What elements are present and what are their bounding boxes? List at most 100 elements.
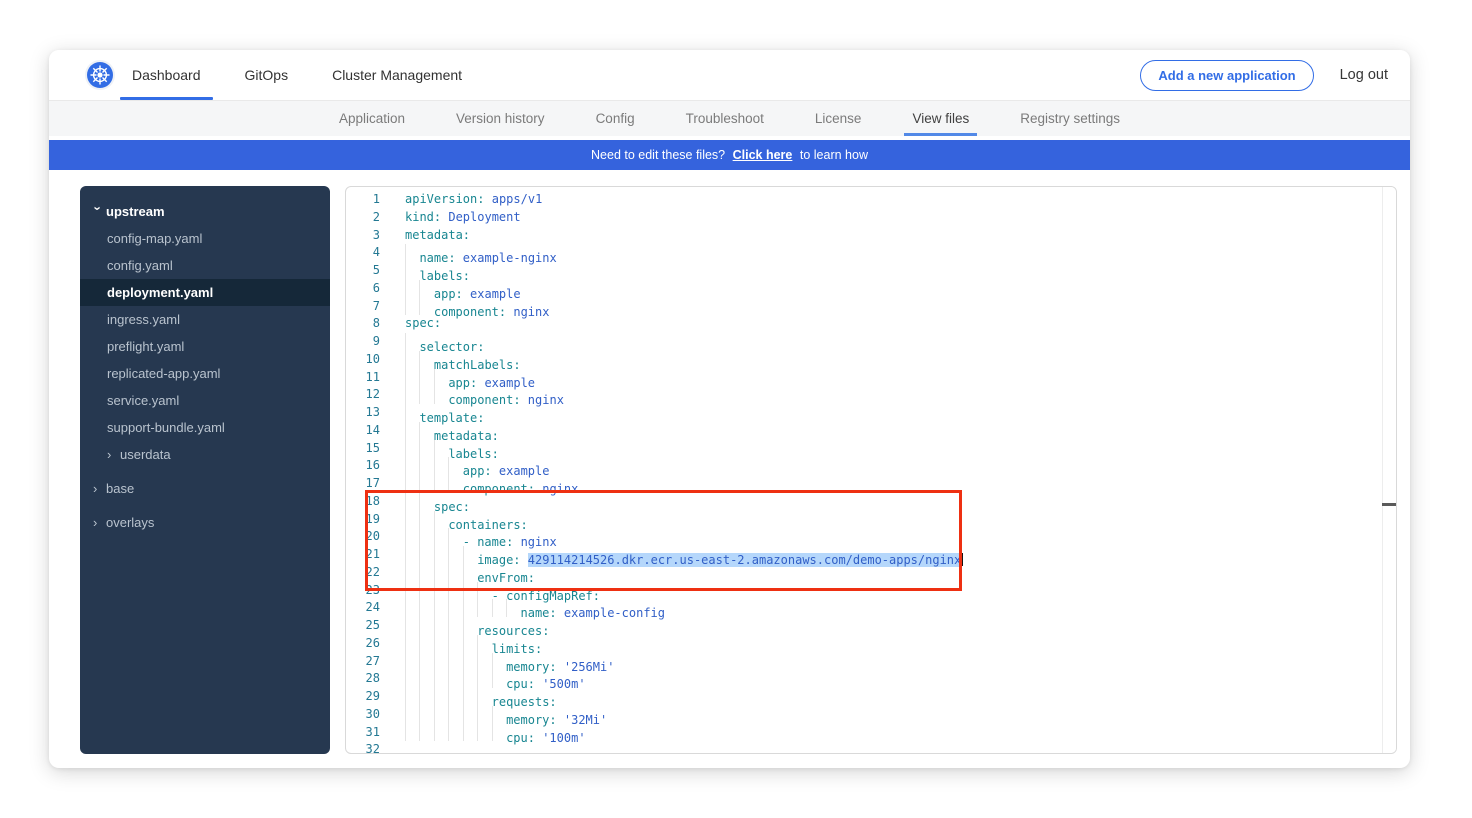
code-line-20[interactable]: 20- name: nginx (346, 528, 1396, 546)
nav-item-cluster-management[interactable]: Cluster Management (320, 50, 474, 100)
indent-guide (405, 724, 419, 742)
line-number: 23 (346, 582, 380, 600)
indent-guide (419, 582, 433, 600)
code-line-23[interactable]: 23- configMapRef: (346, 582, 1396, 600)
tree-item-label: upstream (106, 204, 165, 219)
tree-item-ingress-yaml[interactable]: ingress.yaml (80, 306, 330, 333)
indent-guide (463, 564, 477, 582)
code-line-7[interactable]: 7component: nginx (346, 298, 1396, 316)
line-number: 18 (346, 493, 380, 511)
code-line-16[interactable]: 16app: example (346, 457, 1396, 475)
tab-config[interactable]: Config (594, 101, 637, 136)
tree-item-preflight-yaml[interactable]: preflight.yaml (80, 333, 330, 360)
indent-guide (463, 670, 477, 688)
indent-guide (477, 635, 491, 653)
nav-item-dashboard[interactable]: Dashboard (120, 50, 213, 100)
tree-item-support-bundle-yaml[interactable]: support-bundle.yaml (80, 414, 330, 441)
line-content: memory: '32Mi' (405, 706, 607, 724)
indent-guide (405, 262, 419, 280)
line-content: kind: Deployment (405, 209, 521, 227)
code-line-32[interactable]: 32 (346, 741, 1396, 754)
tree-item-replicated-app-yaml[interactable]: replicated-app.yaml (80, 360, 330, 387)
banner-text-prefix: Need to edit these files? (591, 148, 725, 162)
code-line-14[interactable]: 14metadata: (346, 422, 1396, 440)
tree-item-deployment-yaml[interactable]: deployment.yaml (80, 279, 330, 306)
indent-guide (434, 546, 448, 564)
indent-guide (492, 706, 506, 724)
tab-registry-settings[interactable]: Registry settings (1018, 101, 1122, 136)
indent-guide (405, 404, 419, 422)
code-line-25[interactable]: 25resources: (346, 617, 1396, 635)
code-line-9[interactable]: 9selector: (346, 333, 1396, 351)
code-line-6[interactable]: 6app: example (346, 280, 1396, 298)
code-line-10[interactable]: 10matchLabels: (346, 351, 1396, 369)
code-line-24[interactable]: 24name: example-config (346, 599, 1396, 617)
code-line-3[interactable]: 3metadata: (346, 227, 1396, 245)
indent-guide (419, 493, 433, 511)
indent-guide (419, 351, 433, 369)
add-application-button[interactable]: Add a new application (1140, 60, 1313, 91)
code-line-12[interactable]: 12component: nginx (346, 386, 1396, 404)
indent-guide (419, 724, 433, 742)
indent-guide (419, 511, 433, 529)
tab-view-files[interactable]: View files (910, 101, 971, 136)
tree-item-base[interactable]: ›base (80, 475, 330, 502)
code-line-30[interactable]: 30memory: '32Mi' (346, 706, 1396, 724)
indent-guide (405, 653, 419, 671)
yaml-key: cpu: (506, 730, 535, 744)
code-line-19[interactable]: 19containers: (346, 511, 1396, 529)
tree-item-config-map-yaml[interactable]: config-map.yaml (80, 225, 330, 252)
indent-guide (405, 386, 419, 404)
code-line-4[interactable]: 4name: example-nginx (346, 244, 1396, 262)
yaml-value: nginx (542, 482, 578, 496)
indent-guide (405, 475, 419, 493)
tree-item-label: userdata (120, 447, 171, 462)
code-line-28[interactable]: 28cpu: '500m' (346, 670, 1396, 688)
logout-link[interactable]: Log out (1340, 67, 1392, 83)
tab-application[interactable]: Application (337, 101, 407, 136)
indent-guide (434, 564, 448, 582)
indent-guide (477, 599, 491, 617)
code-line-27[interactable]: 27memory: '256Mi' (346, 653, 1396, 671)
indent-guide (405, 511, 419, 529)
scrollbar-marker[interactable] (1382, 503, 1396, 506)
code-line-15[interactable]: 15labels: (346, 440, 1396, 458)
code-line-17[interactable]: 17component: nginx (346, 475, 1396, 493)
kubernetes-helm-icon (87, 62, 113, 88)
tree-item-label: config-map.yaml (107, 231, 202, 246)
line-number: 20 (346, 528, 380, 546)
code-line-11[interactable]: 11app: example (346, 369, 1396, 387)
line-number: 2 (346, 209, 380, 227)
admin-console-window: Dashboard GitOps Cluster Management Add a … (49, 50, 1410, 768)
indent-guide (492, 670, 506, 688)
yaml-code-editor[interactable]: 1apiVersion: apps/v12 kind: Deployment3me… (345, 186, 1397, 754)
indent-guide (506, 599, 520, 617)
code-line-2[interactable]: 2 kind: Deployment (346, 209, 1396, 227)
topnav-right: Add a new application Log out (1140, 60, 1392, 91)
line-content: limits: (405, 635, 542, 653)
indent-guide (419, 280, 433, 298)
tree-item-upstream[interactable]: ›upstream (80, 198, 330, 225)
code-line-31[interactable]: 31cpu: '100m' (346, 724, 1396, 742)
tree-item-config-yaml[interactable]: config.yaml (80, 252, 330, 279)
indent-guide (477, 688, 491, 706)
tree-item-service-yaml[interactable]: service.yaml (80, 387, 330, 414)
tab-troubleshoot[interactable]: Troubleshoot (684, 101, 766, 136)
banner-click-here-link[interactable]: Click here (733, 148, 793, 162)
code-line-1[interactable]: 1apiVersion: apps/v1 (346, 191, 1396, 209)
line-content: name: example-config (405, 599, 665, 617)
code-line-26[interactable]: 26limits: (346, 635, 1396, 653)
code-line-29[interactable]: 29requests: (346, 688, 1396, 706)
line-content: spec: (405, 493, 470, 511)
tab-version-history[interactable]: Version history (454, 101, 547, 136)
tree-item-overlays[interactable]: ›overlays (80, 509, 330, 536)
indent-guide (448, 688, 462, 706)
indent-guide (405, 422, 419, 440)
tree-item-userdata[interactable]: ›userdata (80, 441, 330, 468)
indent-guide (434, 670, 448, 688)
tab-license[interactable]: License (813, 101, 864, 136)
line-content: image: 429114214526.dkr.ecr.us-east-2.am… (405, 546, 963, 564)
indent-guide (405, 564, 419, 582)
code-line-21[interactable]: 21image: 429114214526.dkr.ecr.us-east-2.… (346, 546, 1396, 564)
nav-item-gitops[interactable]: GitOps (233, 50, 301, 100)
